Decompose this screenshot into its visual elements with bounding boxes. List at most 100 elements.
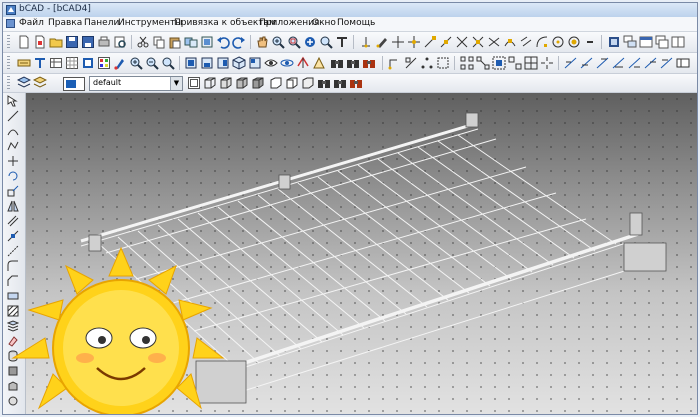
properties-icon[interactable]: [607, 35, 621, 49]
binoculars-icon[interactable]: [330, 56, 344, 70]
mirror-icon[interactable]: [7, 200, 19, 212]
dimension-ordinate-icon[interactable]: [644, 56, 658, 70]
cube-outline-icon[interactable]: [269, 76, 283, 90]
measure-icon[interactable]: [335, 35, 349, 49]
undo-icon[interactable]: [216, 35, 230, 49]
brush-icon[interactable]: [113, 56, 127, 70]
snap-intersection-icon[interactable]: [455, 35, 469, 49]
view-side-icon[interactable]: [216, 56, 230, 70]
snap-center-icon[interactable]: [551, 35, 565, 49]
binoculars-icon[interactable]: [333, 76, 347, 90]
window-tile-icon[interactable]: [639, 35, 653, 49]
cube-edges-icon[interactable]: [301, 76, 315, 90]
ucs-3point-icon[interactable]: [420, 56, 434, 70]
menu-panels[interactable]: Панели: [84, 18, 119, 28]
ucs-view-icon[interactable]: [436, 56, 450, 70]
save-as-icon[interactable]: [81, 35, 95, 49]
cube-shaded-icon[interactable]: [235, 76, 249, 90]
render-icon[interactable]: [362, 56, 376, 70]
toolbar-grip[interactable]: [7, 35, 10, 49]
dimension-angular-icon[interactable]: [596, 56, 610, 70]
cube-render-icon[interactable]: [251, 76, 265, 90]
snap-quadrant-icon[interactable]: [535, 35, 549, 49]
pan-hand-icon[interactable]: [255, 35, 269, 49]
leader-icon[interactable]: [660, 56, 674, 70]
snap-tangent-icon[interactable]: [487, 35, 501, 49]
open-folder-icon[interactable]: [49, 35, 63, 49]
move-icon[interactable]: [7, 155, 19, 167]
toolbar-grip[interactable]: [7, 56, 10, 70]
toolbar-grip[interactable]: [7, 76, 10, 90]
view-back-icon[interactable]: [248, 56, 262, 70]
view-iso-icon[interactable]: [232, 56, 246, 70]
copy-block-icon[interactable]: [184, 35, 198, 49]
layer-state-icon[interactable]: [81, 56, 95, 70]
view-top-icon[interactable]: [184, 56, 198, 70]
layer-lock-icon[interactable]: [187, 76, 201, 90]
array-icon[interactable]: [460, 56, 474, 70]
print-preview-icon[interactable]: [113, 35, 127, 49]
crosshair-icon[interactable]: [391, 35, 405, 49]
menu-applications[interactable]: Приложения: [259, 18, 319, 28]
ucs-origin-icon[interactable]: [388, 56, 402, 70]
camera-icon[interactable]: [296, 56, 310, 70]
window-arrange-icon[interactable]: [671, 35, 685, 49]
polyline-icon[interactable]: [7, 140, 19, 152]
attribute-icon[interactable]: [17, 56, 31, 70]
zoom-in-icon[interactable]: [271, 35, 285, 49]
dimension-linear-icon[interactable]: [564, 56, 578, 70]
group-icon[interactable]: [492, 56, 506, 70]
copy-icon[interactable]: [152, 35, 166, 49]
new-file-icon[interactable]: [17, 35, 31, 49]
menu-window[interactable]: Окно: [312, 18, 336, 28]
zoom-out-icon[interactable]: [161, 56, 175, 70]
ucs-object-icon[interactable]: [404, 56, 418, 70]
orbit-icon[interactable]: [280, 56, 294, 70]
eye-icon[interactable]: [264, 56, 278, 70]
cut-icon[interactable]: [136, 35, 150, 49]
layer-select[interactable]: default ▼: [89, 76, 183, 91]
menu-help[interactable]: Помощь: [337, 18, 375, 28]
cube-faces-icon[interactable]: [285, 76, 299, 90]
save-icon[interactable]: [65, 35, 79, 49]
cube-wire-icon[interactable]: [203, 76, 217, 90]
line-icon[interactable]: [7, 110, 19, 122]
snap-mid-icon[interactable]: [439, 35, 453, 49]
tolerance-icon[interactable]: [676, 56, 690, 70]
scale-icon[interactable]: [7, 185, 19, 197]
layer-previous-icon[interactable]: [33, 76, 47, 90]
dimension-aligned-icon[interactable]: [580, 56, 594, 70]
zoom-in-icon[interactable]: [129, 56, 143, 70]
grid-icon[interactable]: [65, 56, 79, 70]
layers-icon[interactable]: [623, 35, 637, 49]
color-palette-icon[interactable]: [97, 56, 111, 70]
table-icon[interactable]: [49, 56, 63, 70]
offset-icon[interactable]: [7, 215, 19, 227]
menu-edit[interactable]: Правка: [48, 18, 82, 28]
window-cascade-icon[interactable]: [655, 35, 669, 49]
snap-perpendicular-icon[interactable]: [471, 35, 485, 49]
explode-icon[interactable]: [540, 56, 554, 70]
print-icon[interactable]: [97, 35, 111, 49]
layer-color-swatch[interactable]: [63, 77, 85, 91]
zoom-previous-icon[interactable]: [145, 56, 159, 70]
snap-end-icon[interactable]: [423, 35, 437, 49]
paste-block-icon[interactable]: [200, 35, 214, 49]
document-menu-icon[interactable]: [6, 19, 15, 28]
snap-grid-icon[interactable]: [407, 35, 421, 49]
layer-manager-icon[interactable]: [17, 76, 31, 90]
cube-hidden-icon[interactable]: [219, 76, 233, 90]
array-polar-icon[interactable]: [476, 56, 490, 70]
pen-icon[interactable]: [375, 35, 389, 49]
view-dynamic-icon[interactable]: [312, 56, 326, 70]
snap-point-icon[interactable]: [359, 35, 373, 49]
binoculars-icon[interactable]: [317, 76, 331, 90]
regen-icon[interactable]: [303, 35, 317, 49]
snap-circle-icon[interactable]: [567, 35, 581, 49]
snap-parallel-icon[interactable]: [519, 35, 533, 49]
block-icon[interactable]: [524, 56, 538, 70]
snap-nearest-icon[interactable]: [503, 35, 517, 49]
render-icon[interactable]: [349, 76, 363, 90]
dimension-radius-icon[interactable]: [612, 56, 626, 70]
zoom-window-icon[interactable]: [287, 35, 301, 49]
